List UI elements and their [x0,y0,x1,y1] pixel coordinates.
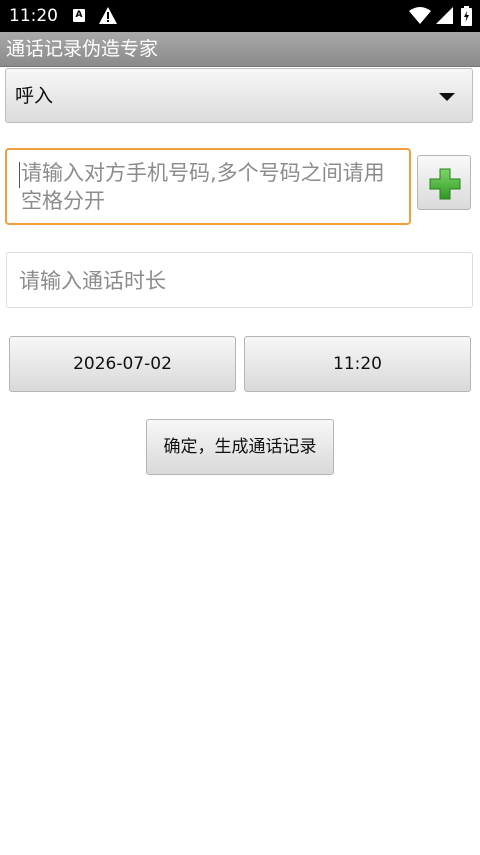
phone-number-placeholder: 请输入对方手机号码,多个号码之间请用空格分开 [21,161,385,213]
date-button[interactable]: 2026-07-02 [9,336,236,392]
text-cursor [19,162,20,188]
time-button[interactable]: 11:20 [244,336,471,392]
call-type-value: 呼入 [15,85,54,107]
warning-icon [99,7,117,24]
green-plus-icon [429,168,461,200]
dropdown-arrow-icon [439,93,455,101]
call-duration-placeholder: 请输入通话时长 [19,269,166,293]
status-time: 11:20 [9,6,58,26]
a-icon: A [73,9,85,22]
generate-call-log-button[interactable]: 确定，生成通话记录 [146,419,334,475]
call-duration-input[interactable]: 请输入通话时长 [6,252,473,308]
wifi-icon [409,7,431,24]
battery-icon [461,6,472,26]
phone-number-input[interactable]: 请输入对方手机号码,多个号码之间请用空格分开 [5,148,411,225]
title-bar: 通话记录伪造专家 [0,32,480,67]
call-type-spinner[interactable]: 呼入 [5,68,473,123]
app-title: 通话记录伪造专家 [6,38,159,60]
add-number-button[interactable] [417,155,471,210]
status-bar: 11:20 A [0,0,480,32]
signal-icon [436,7,453,24]
